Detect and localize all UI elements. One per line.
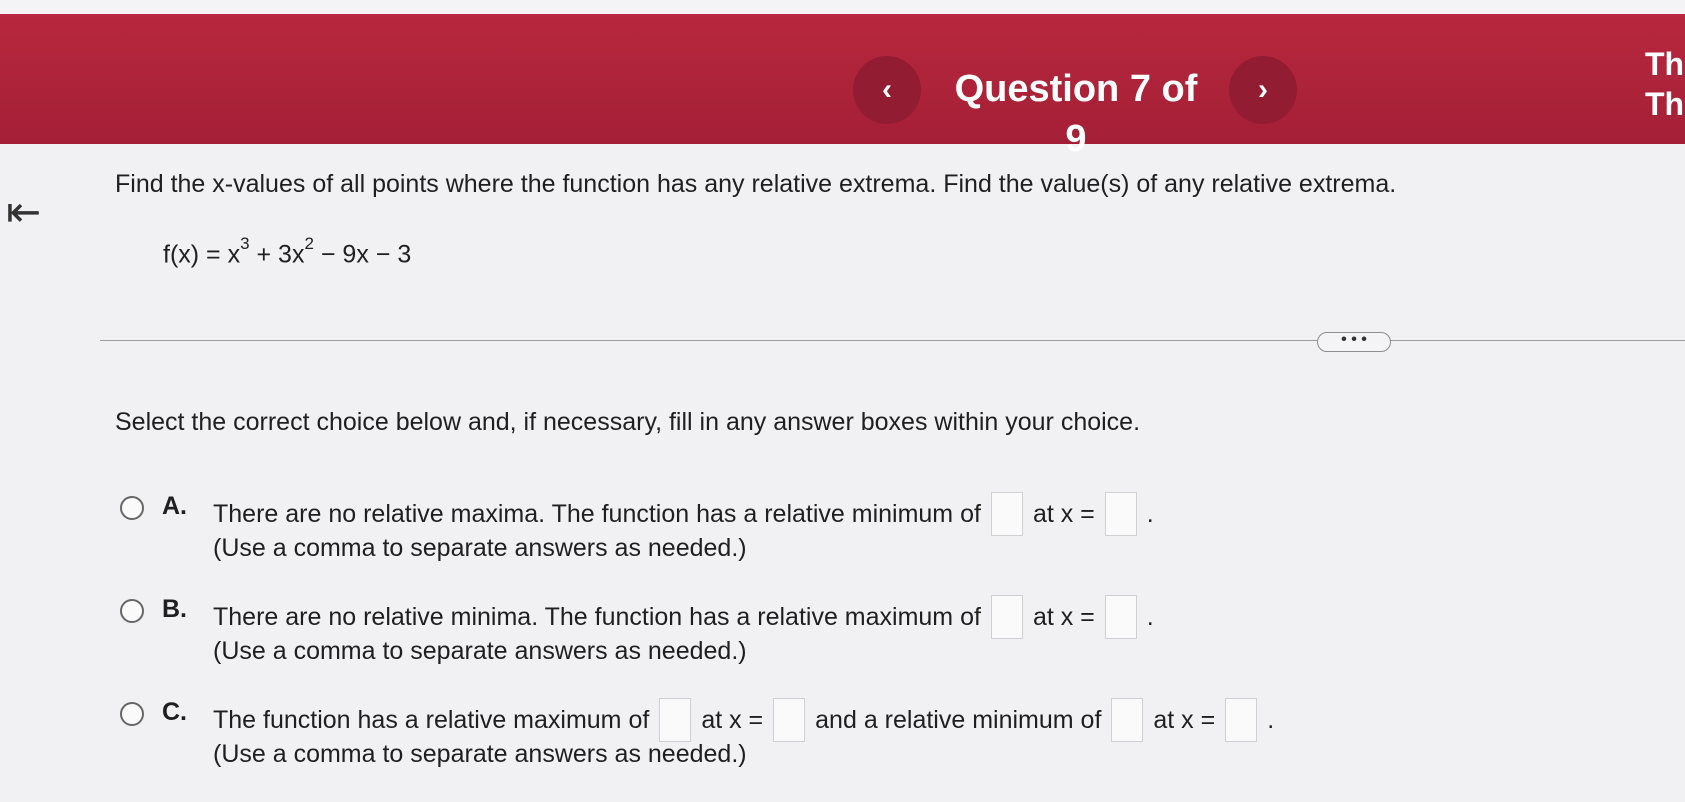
choice-a-radio[interactable] — [120, 496, 144, 520]
instruction-text: Select the correct choice below and, if … — [115, 408, 1141, 436]
choice-c-max-x-value-box[interactable] — [773, 698, 806, 742]
choice-c-text-4: at x = — [1153, 705, 1216, 734]
choice-c-radio[interactable] — [120, 702, 144, 726]
choice-c-maximum-value-box[interactable] — [659, 698, 692, 742]
choice-a-text-2: at x = — [1032, 499, 1095, 528]
side-text-line-1: Th — [1645, 46, 1685, 82]
choice-c-text-1: The function has a relative maximum of — [213, 705, 650, 734]
choice-c-text-3: and a relative minimum of — [815, 705, 1102, 734]
choice-b-text-1: There are no relative minima. The functi… — [213, 602, 981, 631]
function-part-1: f(x) = x — [163, 240, 241, 269]
choice-a-end: . — [1146, 499, 1154, 528]
question-header: ‹ Question 7 of 9 › Th Th — [0, 14, 1685, 160]
choice-b-x-value-box[interactable] — [1104, 595, 1137, 639]
function-part-2: + 3x — [249, 240, 305, 269]
choice-b-line: There are no relative minima. The functi… — [213, 595, 1154, 639]
choice-a-letter: A. — [162, 492, 187, 520]
choice-c-minimum-value-box[interactable] — [1111, 698, 1144, 742]
top-strip — [0, 0, 1685, 14]
function-exponent-1: 3 — [240, 234, 250, 253]
choice-c-end: . — [1267, 705, 1275, 734]
choice-a-x-value-box[interactable] — [1104, 492, 1137, 536]
more-options-button[interactable]: • • • — [1317, 332, 1391, 352]
next-question-button[interactable]: › — [1229, 56, 1297, 124]
choice-c-text-2: at x = — [701, 705, 764, 734]
choice-a-minimum-value-box[interactable] — [990, 492, 1023, 536]
choice-b-end: . — [1146, 602, 1154, 631]
function-expression: f(x) = x3 + 3x2 − 9x − 3 — [163, 234, 412, 269]
function-exponent-2: 2 — [304, 234, 314, 253]
function-part-3: − 9x − 3 — [313, 240, 412, 269]
choice-b-note: (Use a comma to separate answers as need… — [213, 637, 747, 665]
section-divider — [100, 340, 1685, 341]
choice-b-maximum-value-box[interactable] — [990, 595, 1023, 639]
chevron-left-icon: ‹ — [882, 73, 892, 106]
side-text-line-2: Th — [1645, 86, 1685, 122]
problem-prompt: Find the x-values of all points where th… — [115, 170, 1397, 198]
side-panel-text: Th Th — [1645, 44, 1685, 124]
choice-b-letter: B. — [162, 595, 187, 623]
choice-c-line: The function has a relative maximum of a… — [213, 698, 1274, 742]
back-to-start-icon[interactable]: ⇤ — [6, 190, 56, 234]
choice-c-letter: C. — [162, 698, 187, 726]
choice-b-text-2: at x = — [1032, 602, 1095, 631]
choice-a-text-1: There are no relative maxima. The functi… — [213, 499, 981, 528]
choice-a-note: (Use a comma to separate answers as need… — [213, 534, 747, 562]
previous-question-button[interactable]: ‹ — [853, 56, 921, 124]
chevron-right-icon: › — [1258, 73, 1268, 106]
choice-a-line: There are no relative maxima. The functi… — [213, 492, 1154, 536]
question-counter: Question 7 of 9 — [954, 68, 1198, 160]
choice-c-note: (Use a comma to separate answers as need… — [213, 740, 747, 768]
choice-c-min-x-value-box[interactable] — [1225, 698, 1258, 742]
choice-b-radio[interactable] — [120, 599, 144, 623]
